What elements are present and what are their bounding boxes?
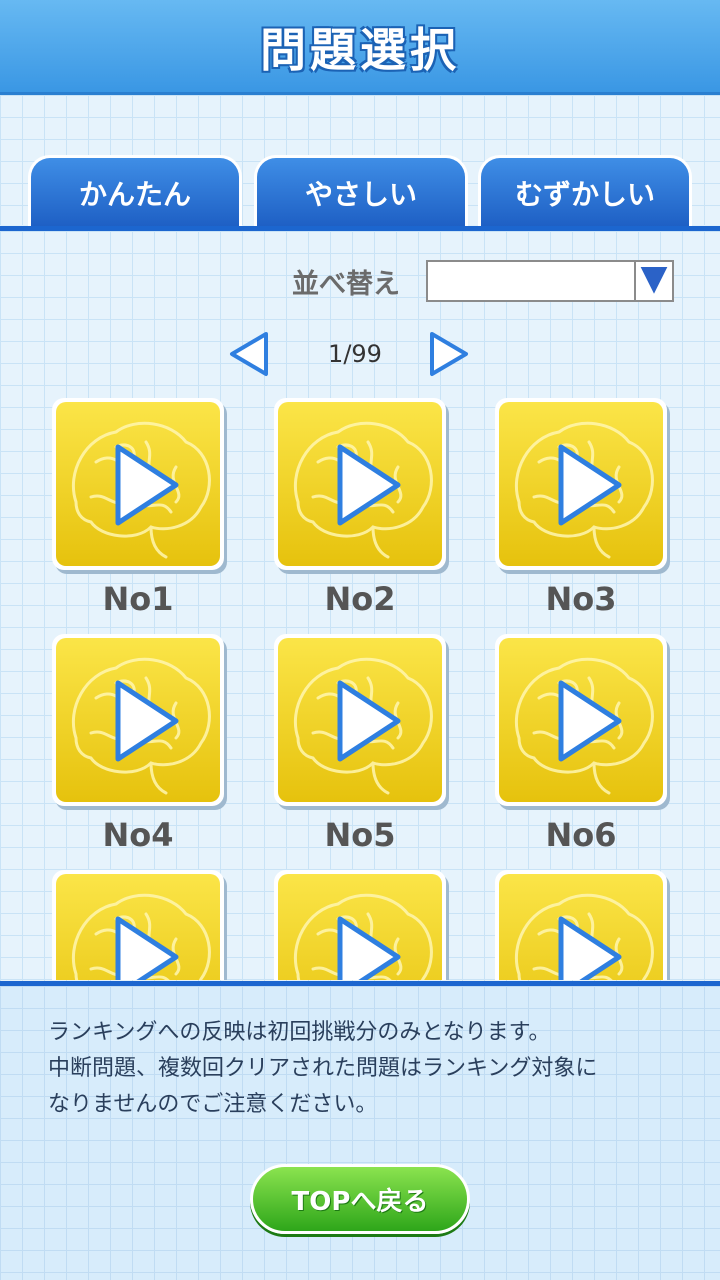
problem-item-button[interactable] (274, 398, 446, 570)
header-bar: 問題選択 (0, 0, 720, 95)
brain-play-icon (499, 402, 663, 566)
tab-hard[interactable]: むずかしい (478, 155, 692, 227)
problem-item-button[interactable] (274, 634, 446, 806)
brain-play-icon (56, 402, 220, 566)
problem-item-button[interactable] (52, 870, 224, 980)
problem-item-button[interactable] (495, 870, 667, 980)
notice-line: ランキングへの反映は初回挑戦分のみとなります。 (48, 1020, 551, 1045)
tab-easy[interactable]: かんたん (28, 155, 242, 227)
back-to-top-button[interactable]: TOPへ戻る (250, 1164, 470, 1234)
triangle-down-icon (634, 262, 672, 300)
problem-item-label: No6 (545, 816, 617, 854)
problem-item-button[interactable] (495, 634, 667, 806)
notice-line: 中断問題、複数回クリアされた問題はランキング対象に (48, 1056, 598, 1081)
sort-label: 並べ替え (292, 269, 400, 300)
problem-item-button[interactable] (52, 398, 224, 570)
notice-line: なりませんのでご注意ください。 (48, 1092, 378, 1117)
problem-item-label: No5 (324, 816, 396, 854)
notice-text: ランキングへの反映は初回挑戦分のみとなります。 中断問題、複数回クリアされた問題… (48, 1015, 698, 1123)
brain-play-icon (56, 638, 220, 802)
tab-simple[interactable]: やさしい (254, 155, 468, 227)
brain-play-icon (278, 874, 442, 980)
problem-item-button[interactable] (495, 398, 667, 570)
tab-label: むずかしい (514, 177, 655, 211)
problem-item-button[interactable] (274, 870, 446, 980)
brain-play-icon (56, 874, 220, 980)
arrow-right-icon[interactable] (426, 330, 472, 378)
page-indicator: 1/99 (328, 340, 382, 368)
brain-play-icon (278, 402, 442, 566)
sort-dropdown[interactable] (426, 260, 674, 302)
tab-label: かんたん (78, 177, 191, 211)
brain-play-icon (499, 874, 663, 980)
problem-item-button[interactable] (52, 634, 224, 806)
problem-item-label: No2 (324, 580, 396, 618)
page-title: 問題選択 (260, 23, 460, 77)
problem-item-label: No1 (102, 580, 174, 618)
problem-item-label: No4 (102, 816, 174, 854)
problem-grid: No1 No2 No3 No4 No5 No6 (0, 390, 720, 980)
brain-play-icon (278, 638, 442, 802)
arrow-left-icon[interactable] (226, 330, 272, 378)
problem-item-label: No3 (545, 580, 617, 618)
tab-label: やさしい (304, 177, 417, 211)
brain-play-icon (499, 638, 663, 802)
back-to-top-label: TOPへ戻る (291, 1186, 429, 1217)
